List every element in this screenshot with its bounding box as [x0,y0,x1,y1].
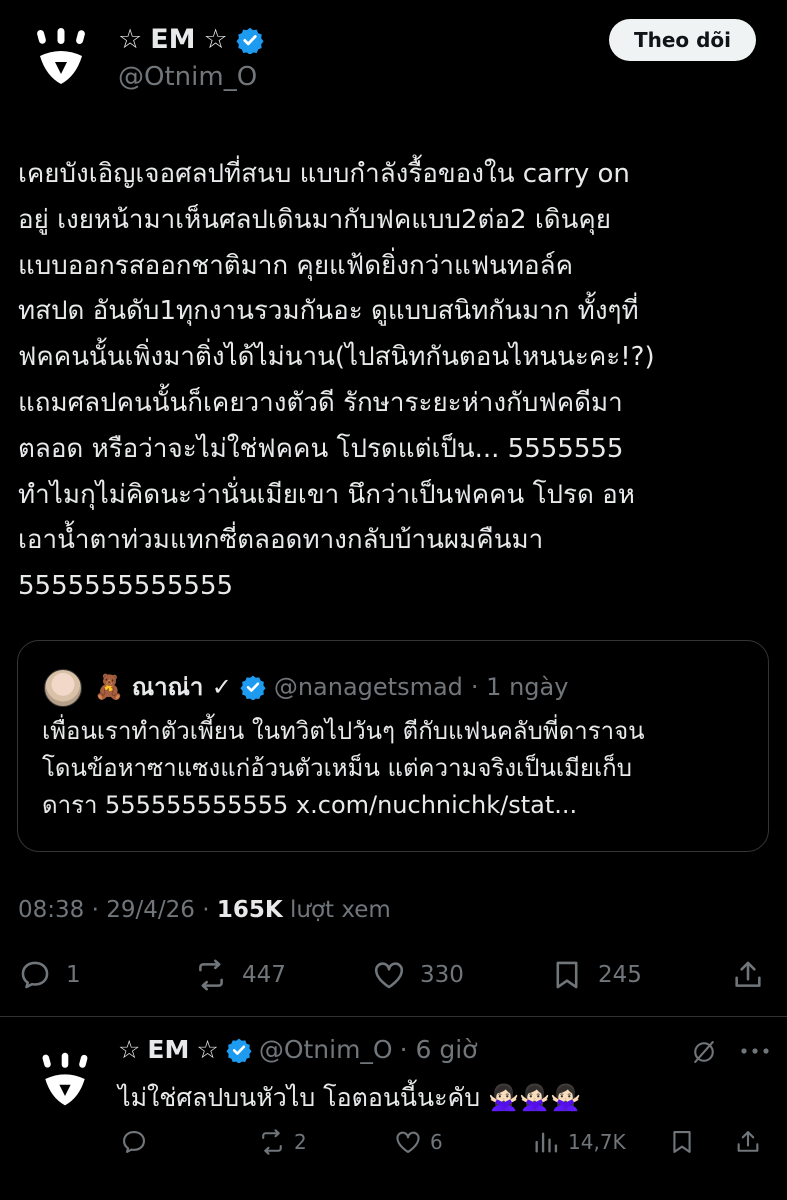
quoted-tweet-card[interactable]: 🧸 ณาณ่า ✓ @nanagetsmad · 1 ngày เพื่อนเร… [17,640,769,852]
tweet-views-label: lượt xem [290,897,391,923]
verified-badge-icon [236,27,264,54]
reply-button[interactable]: 1 [18,958,81,992]
repost-button[interactable]: 447 [194,958,286,992]
author-handle[interactable]: @Otnim_O [118,62,257,92]
like-button[interactable]: 330 [372,958,464,992]
repost-icon [199,959,223,991]
author-avatar[interactable] [28,24,94,90]
reply-share-button[interactable] [734,1128,762,1156]
grok-icon[interactable] [690,1038,718,1066]
quoted-tweet-time: · 1 ngày [470,672,569,701]
more-options-icon[interactable] [740,1046,770,1056]
repost-icon [262,1129,282,1155]
reply-icon [123,1131,145,1153]
reply-views-count: 14,7K [568,1130,626,1154]
quoted-author-name: ณาณ่า ✓ [131,673,232,701]
name-decoration-left: ☆ [118,24,143,55]
bookmark-icon [556,961,578,989]
share-button[interactable] [731,958,765,992]
reply-icon [21,961,49,989]
reply-reply-button[interactable] [120,1128,156,1156]
reply-bookmark-button[interactable] [668,1128,696,1156]
tweet-action-bar: 1 447 330 245 [0,950,787,1004]
quoted-author-handle: @nanagetsmad [273,672,463,701]
tweet-date[interactable]: 29/4/26 [106,897,195,923]
reply-repost-count: 2 [294,1130,307,1154]
tweet-meta: 08:38 · 29/4/26 · 165K lượt xem [18,897,391,923]
views-chart-icon [535,1132,558,1153]
share-icon [737,1131,759,1152]
bookmark-count: 245 [598,962,642,988]
repost-count: 447 [242,962,286,988]
quoted-tweet-header: 🧸 ณาณ่า ✓ @nanagetsmad · 1 ngày [94,667,568,706]
meta-separator: · [202,897,217,923]
follow-button[interactable]: Theo dõi [609,19,756,61]
verified-badge-icon [240,675,266,700]
tweet-time[interactable]: 08:38 [18,897,84,923]
share-icon [735,961,761,987]
reply-divider [0,1016,787,1017]
bookmark-icon [673,1131,691,1153]
quoted-author-emoji: 🧸 [94,672,124,701]
reply-author-handle[interactable]: @Otnim_O [259,1035,393,1064]
reply-header: ☆ EM ☆ @Otnim_O · 6 giờ [118,1035,477,1064]
reply-count: 1 [66,962,81,988]
quoted-tweet-text: เพื่อนเราทำตัวเพี้ยน ในทวิตไปวันๆ ตีกับแ… [42,717,645,819]
name-decoration-right: ☆ [203,24,228,55]
reply-like-count: 6 [430,1130,443,1154]
name-decoration-right: ☆ [196,1035,219,1064]
heart-icon [374,962,404,989]
meta-separator: · [91,897,107,923]
quoted-author-avatar [44,669,82,707]
tweet-text: เคยบังเอิญเจอศลปที่สนบ แบบกำลังรื้อของใน… [18,159,655,602]
reply-repost-button[interactable]: 2 [258,1128,307,1156]
author-display-name[interactable]: EM [150,24,195,55]
reply-action-bar: 2 6 14,7K [0,1122,787,1162]
name-decoration-left: ☆ [118,1035,141,1064]
reply-text: ไม่ใช่ศลปบนหัวไบ โอตอนนี้นะคับ 🙅🏻‍♀️🙅🏻‍♀… [118,1083,582,1112]
reply-author-avatar[interactable] [34,1047,96,1113]
reply-author-name[interactable]: EM [147,1035,189,1064]
reply-views-button[interactable]: 14,7K [532,1128,626,1156]
heart-icon [396,1131,420,1153]
author-name-row[interactable]: ☆ EM ☆ [118,24,264,55]
reply-time: · 6 giờ [399,1035,478,1064]
bookmark-button[interactable]: 245 [550,958,642,992]
verified-badge-icon [226,1038,252,1063]
reply-like-button[interactable]: 6 [394,1128,443,1156]
tweet-views-count: 165K [216,897,283,923]
like-count: 330 [420,962,464,988]
